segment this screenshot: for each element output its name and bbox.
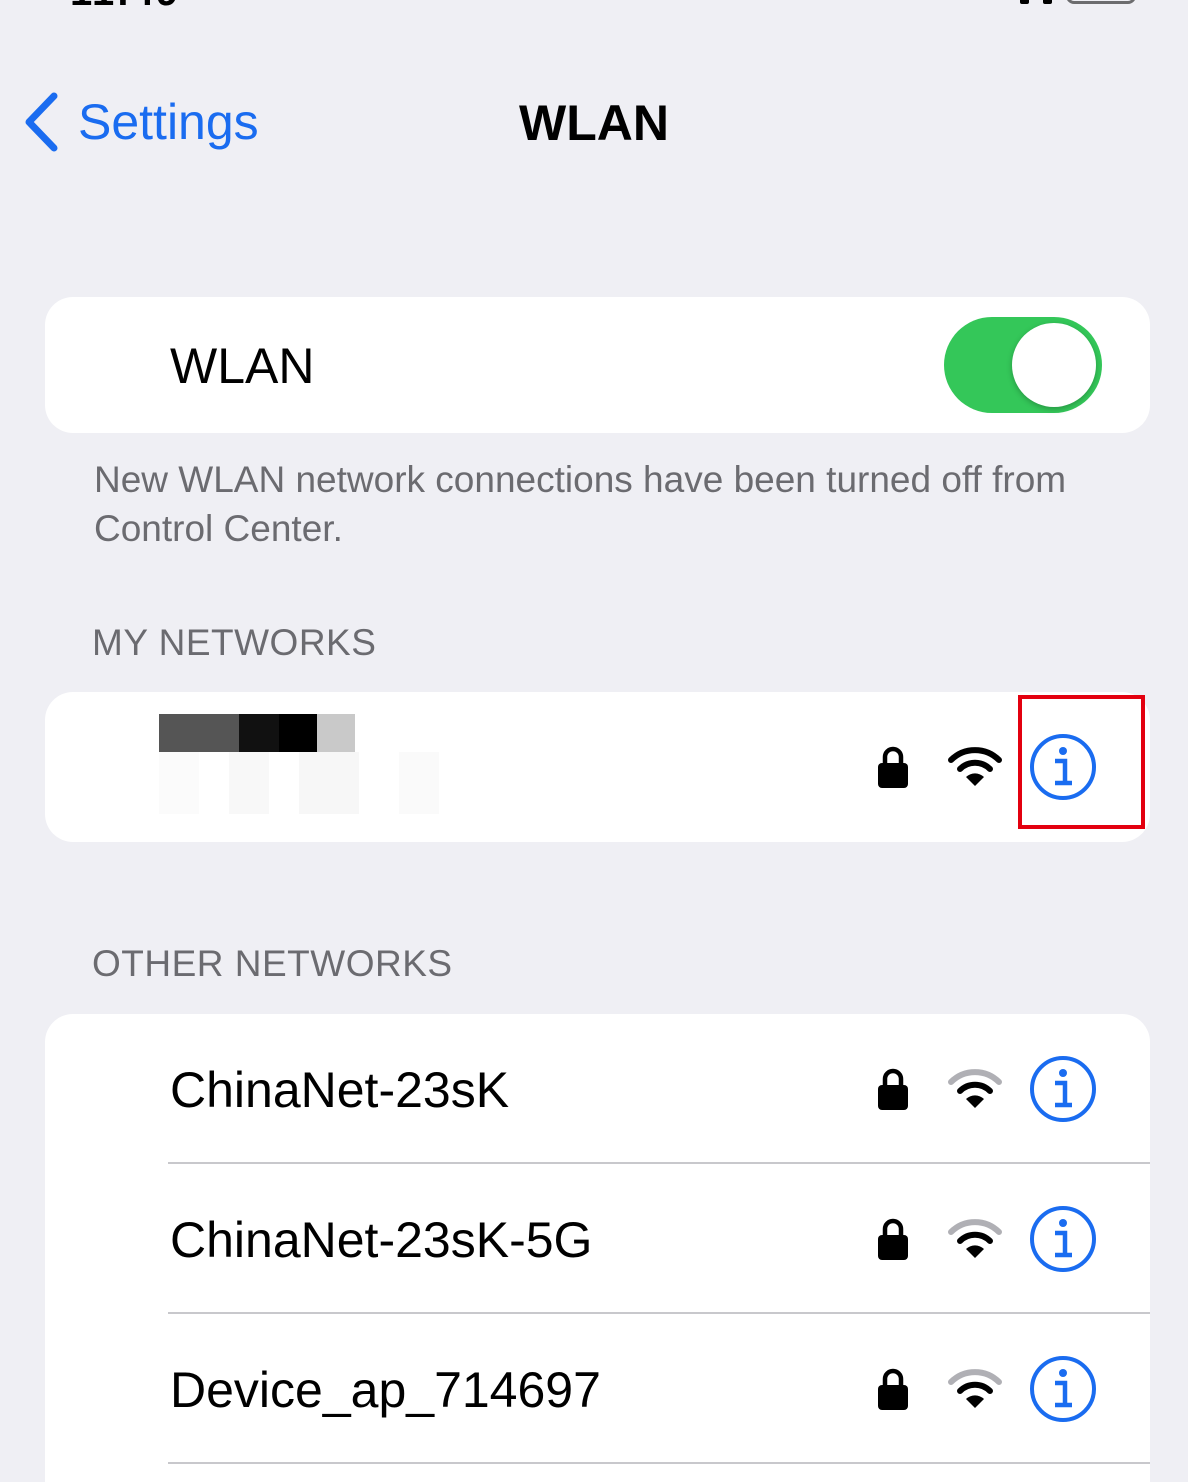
wlan-settings-screen: 11:49 Settings WLAN WLAN New WLAN networ… [0,0,1188,1482]
info-icon[interactable] [1028,732,1098,802]
lock-icon [878,1368,908,1410]
redacted-network-name [159,714,459,814]
other-networks-list: ChinaNet-23sK ChinaNet-23sK-5G Device_ap… [45,1014,1150,1482]
network-accessories [876,692,1098,842]
wlan-toggle-row: WLAN [45,297,1150,433]
row-divider [168,1462,1150,1464]
wifi-icon [948,747,1002,786]
signal-bar-icon [1020,0,1029,4]
signal-bar-icon [1043,0,1052,4]
my-networks-header: MY NETWORKS [92,622,377,663]
wifi-icon [948,1069,1002,1108]
wifi-icon [948,1369,1002,1408]
lock-icon [878,746,908,788]
info-icon[interactable] [1028,1354,1098,1424]
navigation-bar: Settings WLAN [0,80,1188,164]
info-icon[interactable] [1028,1204,1098,1274]
info-icon[interactable] [1028,1054,1098,1124]
network-row[interactable]: ChinaNet-23sK [45,1014,1150,1164]
lock-icon [878,1068,908,1110]
network-row[interactable]: Device_ap_714697 [45,1314,1150,1464]
network-name: ChinaNet-23sK [170,1062,510,1118]
network-name: Device_ap_714697 [170,1362,601,1418]
network-row[interactable]: ChinaNet-23sK-5G [45,1164,1150,1314]
toggle-knob [1012,323,1096,407]
wlan-toggle-label: WLAN [170,338,315,394]
network-row[interactable] [45,692,1150,842]
other-networks-header: OTHER NETWORKS [92,943,453,984]
network-accessories [876,1164,1098,1314]
battery-icon [1066,0,1136,4]
lock-icon [878,1218,908,1260]
network-accessories [876,1314,1098,1464]
my-networks-list [45,692,1150,842]
status-time: 11:49 [70,0,180,15]
status-indicators [1020,0,1136,4]
network-name: ChinaNet-23sK-5G [170,1212,593,1268]
network-accessories [876,1014,1098,1164]
wlan-toggle-switch[interactable] [944,317,1102,413]
wifi-icon [948,1219,1002,1258]
page-title: WLAN [519,95,669,151]
wlan-footnote: New WLAN network connections have been t… [94,459,1067,549]
